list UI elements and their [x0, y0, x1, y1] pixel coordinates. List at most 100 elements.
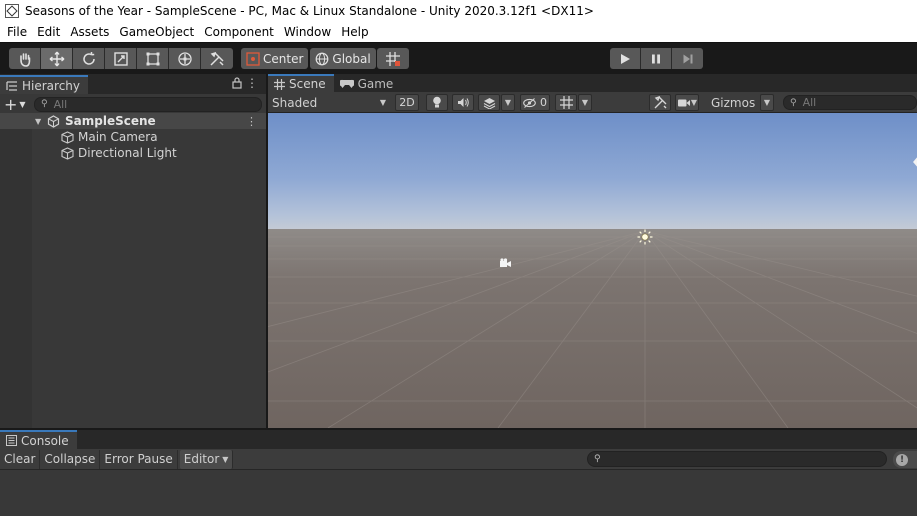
effects-dropdown-button[interactable]: ▼: [501, 94, 515, 111]
rotate-tool-button[interactable]: [73, 48, 105, 69]
pivot-center-icon: [246, 51, 260, 66]
hierarchy-search-input[interactable]: ⚲ All: [34, 96, 262, 112]
game-tab-label: Game: [357, 77, 394, 91]
error-pause-button[interactable]: Error Pause: [100, 449, 178, 469]
step-button[interactable]: [672, 48, 703, 69]
main-toolbar: Center Global: [0, 42, 917, 74]
menu-help[interactable]: Help: [336, 22, 373, 42]
clear-button[interactable]: Clear: [0, 449, 41, 469]
hierarchy-tabbar: Hierarchy ⋮: [0, 74, 266, 94]
shading-mode-dropdown[interactable]: Shaded ▼: [272, 94, 390, 111]
error-pause-label: Error Pause: [104, 452, 173, 466]
scene-viewport[interactable]: [268, 113, 917, 428]
chevron-down-icon: ▼: [379, 98, 386, 107]
hierarchy-item-directional-light[interactable]: Directional Light: [0, 145, 266, 161]
custom-tool-button[interactable]: [201, 48, 233, 69]
menu-file[interactable]: File: [2, 22, 32, 42]
info-log-toggle[interactable]: !: [893, 451, 917, 468]
menu-window[interactable]: Window: [279, 22, 336, 42]
grid-toggle-button[interactable]: [555, 94, 577, 111]
collapse-button[interactable]: Collapse: [40, 449, 101, 469]
transform-tool-button[interactable]: [169, 48, 201, 69]
scene-orientation-gizmo[interactable]: [913, 155, 917, 169]
transform-tools: [9, 48, 233, 69]
gizmos-label: Gizmos: [711, 95, 756, 110]
lighting-toggle-button[interactable]: [426, 94, 448, 111]
step-icon: [683, 54, 692, 63]
create-dropdown-button[interactable]: + ▼: [4, 95, 34, 114]
collapse-label: Collapse: [44, 452, 96, 466]
console-tab-label: Console: [21, 433, 69, 448]
move-tool-icon: [49, 51, 64, 66]
camera-settings-button[interactable]: ▼: [675, 94, 699, 111]
hierarchy-search-placeholder: All: [53, 97, 68, 111]
audio-toggle-button[interactable]: [452, 94, 474, 111]
shading-mode-label: Shaded: [272, 95, 318, 110]
hierarchy-item-label: Main Camera: [78, 130, 158, 144]
menu-component[interactable]: Component: [199, 22, 279, 42]
scale-tool-button[interactable]: [105, 48, 137, 69]
hierarchy-item-label: Directional Light: [78, 146, 177, 160]
pivot-mode-button[interactable]: Center: [241, 48, 309, 69]
lock-icon[interactable]: [232, 77, 242, 89]
window-title-bar: Seasons of the Year - SampleScene - PC, …: [0, 0, 917, 22]
pause-icon: [652, 54, 660, 63]
tab-game[interactable]: Game: [333, 74, 402, 92]
grid-snap-icon: [386, 51, 400, 66]
transform-tool-icon: [177, 51, 192, 66]
gizmos-button[interactable]: Gizmos: [711, 94, 755, 111]
tab-scene[interactable]: Scene: [268, 74, 334, 92]
play-button[interactable]: [610, 48, 641, 69]
sun-light-icon[interactable]: [637, 229, 653, 245]
unity-app-icon: [5, 4, 19, 18]
2d-mode-button[interactable]: 2D: [395, 94, 419, 111]
rotate-tool-icon: [82, 51, 95, 65]
hierarchy-item-main-camera[interactable]: Main Camera: [0, 129, 266, 145]
console-search-input[interactable]: ⚲: [587, 451, 887, 467]
expand-arrow-icon[interactable]: ▼: [35, 117, 41, 126]
effects-toggle-button[interactable]: [478, 94, 500, 111]
info-icon: !: [896, 453, 908, 466]
effects-layers-icon: [483, 97, 495, 109]
grid-snap-button[interactable]: [377, 48, 409, 69]
pause-button[interactable]: [641, 48, 672, 69]
pivot-controls: Center Global: [241, 48, 378, 69]
scene-menu-icon[interactable]: ⋮: [246, 115, 257, 128]
menu-gameobject[interactable]: GameObject: [114, 22, 199, 42]
menu-assets[interactable]: Assets: [65, 22, 114, 42]
scene-row[interactable]: ▼ SampleScene ⋮: [0, 113, 266, 129]
pivot-rotation-label: Global: [332, 51, 371, 66]
chevron-down-icon: ▼: [581, 98, 589, 107]
clear-label: Clear: [4, 452, 36, 466]
playback-controls: [610, 48, 703, 69]
chevron-down-icon: ▼: [19, 99, 26, 109]
window-title: Seasons of the Year - SampleScene - PC, …: [25, 4, 594, 18]
camera-gizmo-icon[interactable]: [499, 258, 513, 268]
hierarchy-gutter: [0, 114, 32, 428]
rect-tool-button[interactable]: [137, 48, 169, 69]
console-tabbar: Console: [0, 430, 917, 449]
menu-edit[interactable]: Edit: [32, 22, 65, 42]
gizmos-dropdown-button[interactable]: ▼: [760, 94, 774, 111]
panel-menu-icon[interactable]: ⋮: [246, 76, 258, 90]
scene-search-input[interactable]: ⚲ All: [783, 95, 917, 110]
video-camera-icon: [677, 99, 690, 106]
plus-icon: +: [4, 94, 18, 114]
grid-dropdown-button[interactable]: ▼: [578, 94, 592, 111]
move-tool-button[interactable]: [41, 48, 73, 69]
pivot-rotation-button[interactable]: Global: [310, 48, 376, 69]
editor-tools-button[interactable]: [649, 94, 671, 111]
editor-dropdown[interactable]: Editor ▼: [179, 449, 234, 469]
grid-icon: [559, 96, 573, 109]
search-icon: ⚲: [790, 97, 797, 108]
search-icon: ⚲: [41, 99, 48, 109]
scene-name: SampleScene: [65, 114, 156, 128]
custom-tool-icon: [210, 51, 224, 66]
snap-group: [377, 48, 409, 69]
hand-tool-button[interactable]: [9, 48, 41, 69]
tab-hierarchy[interactable]: Hierarchy: [0, 75, 89, 94]
scene-tab-label: Scene: [289, 77, 326, 91]
tab-console[interactable]: Console: [0, 430, 77, 449]
chevron-down-icon: ▼: [690, 98, 698, 107]
hidden-objects-toggle[interactable]: 0: [520, 94, 550, 111]
